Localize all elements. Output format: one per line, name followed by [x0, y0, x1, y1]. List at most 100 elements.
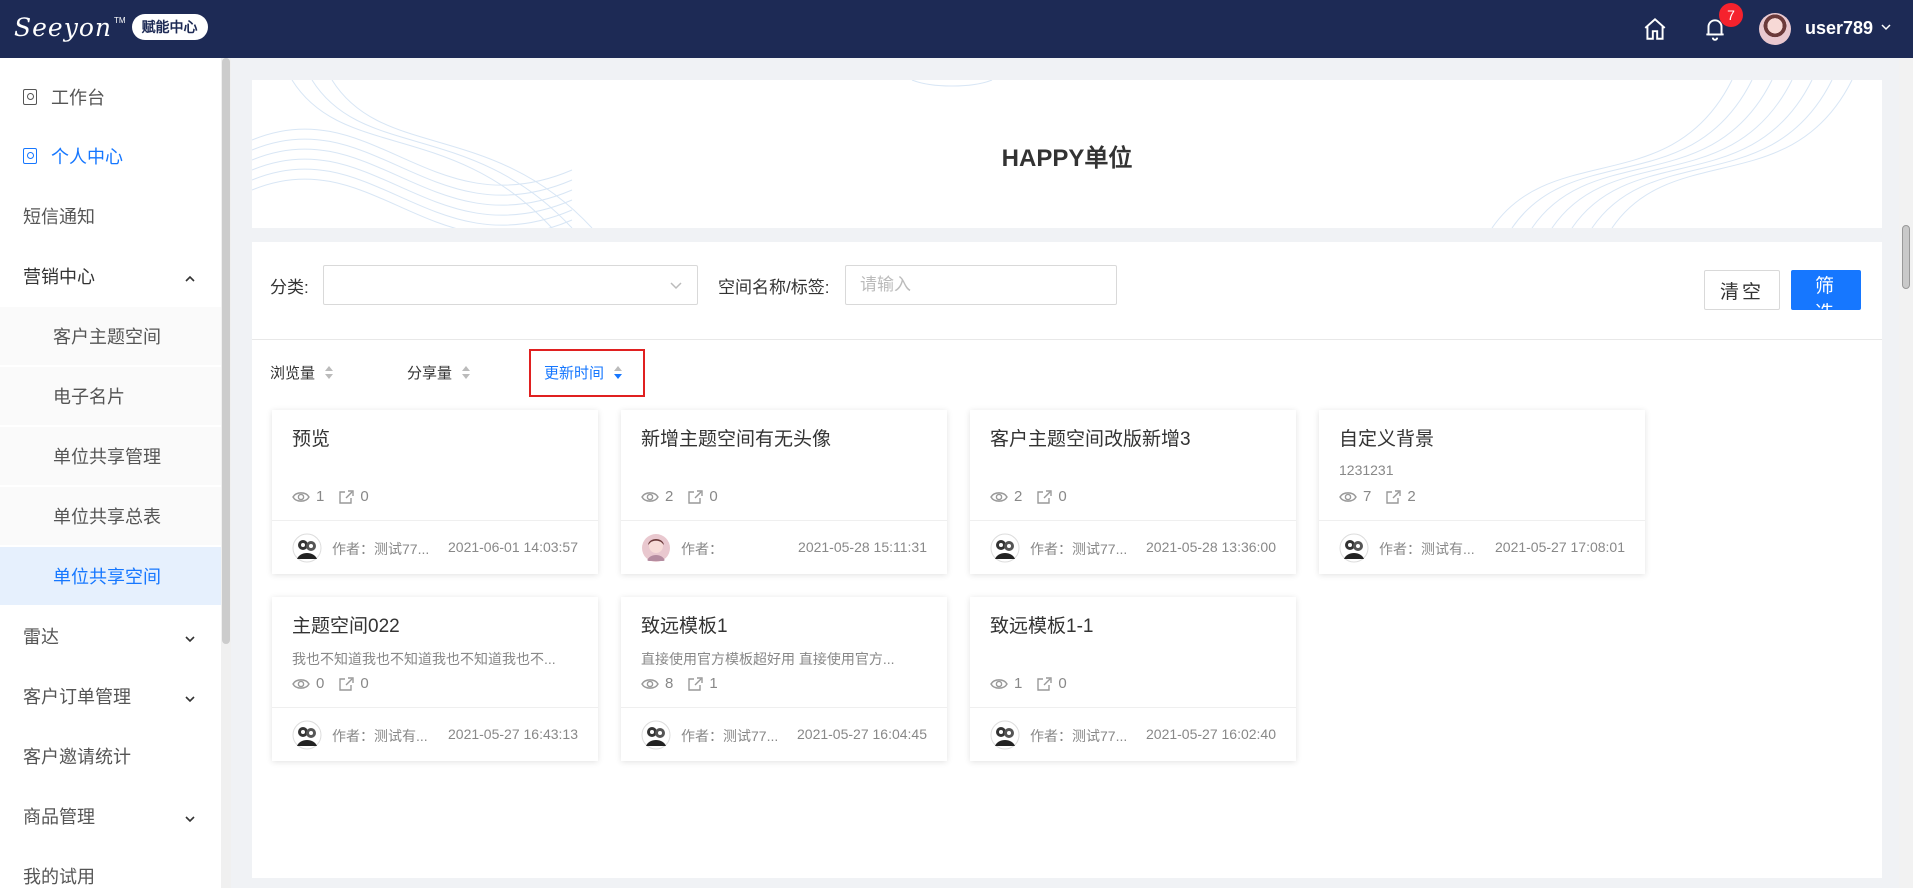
card-footer: 作者：测试77... 2021-05-28 13:36:00	[970, 520, 1296, 574]
seeyon-logo[interactable]: Seeyon TM 赋能中心	[14, 10, 208, 44]
card-stats: 2 0	[641, 488, 732, 505]
sidebar-item-workbench[interactable]: 工作台	[0, 68, 222, 126]
author-avatar	[990, 720, 1020, 750]
eye-icon	[641, 678, 659, 689]
logo-badge: 赋能中心	[131, 14, 208, 40]
share-count: 1	[687, 675, 718, 692]
top-navigation-bar: Seeyon TM 赋能中心	[0, 0, 1913, 58]
username[interactable]: user789	[1805, 18, 1873, 39]
author-avatar	[641, 720, 671, 750]
eye-icon	[292, 678, 310, 689]
space-name-tag-input[interactable]	[845, 265, 1117, 305]
chevron-down-icon[interactable]	[1880, 20, 1892, 38]
card-author: 作者：测试77...	[681, 728, 779, 744]
sort-shares-label: 分享量	[407, 365, 453, 382]
card-stats: 1 0	[292, 488, 383, 505]
share-icon	[1037, 676, 1053, 691]
card-title: 客户主题空间改版新增3	[990, 429, 1191, 450]
sidebar-item-personal-center[interactable]: 个人中心	[0, 127, 222, 185]
share-count-value: 0	[709, 488, 718, 505]
eye-icon	[641, 491, 659, 502]
sidebar-item-my-trial[interactable]: 我的试用	[0, 847, 222, 888]
space-card[interactable]: 客户主题空间改版新增3 2 0 作者：测试77... 2021-05-28 13…	[970, 410, 1296, 574]
card-footer: 作者：测试77... 2021-05-27 16:02:40	[970, 707, 1296, 761]
card-title: 致远模板1	[641, 616, 728, 637]
sidebar-item-e-business-card[interactable]: 电子名片	[0, 367, 222, 425]
space-card[interactable]: 主题空间022 我也不知道我也不知道我也不知道我也不... 0 0 作者：测试有…	[272, 597, 598, 761]
card-date: 2021-05-28 15:11:31	[798, 539, 927, 555]
eye-icon	[292, 491, 310, 502]
card-footer: 作者：测试77... 2021-05-27 16:04:45	[621, 707, 947, 761]
share-icon	[339, 489, 355, 504]
share-icon	[1037, 489, 1053, 504]
space-card[interactable]: 致远模板1 直接使用官方模板超好用 直接使用官方... 8 1 作者：测试77.…	[621, 597, 947, 761]
category-select[interactable]	[323, 265, 698, 305]
space-card[interactable]: 预览 1 0 作者：测试77... 2021-06-01 14:03:57	[272, 410, 598, 574]
clear-button[interactable]: 清空	[1704, 270, 1781, 310]
share-icon	[1386, 489, 1402, 504]
chevron-down-icon	[184, 689, 196, 710]
home-icon[interactable]	[1640, 14, 1670, 44]
card-date: 2021-05-27 16:04:45	[797, 726, 927, 742]
personal-center-icon	[23, 148, 37, 164]
page-scrollbar[interactable]	[1902, 225, 1910, 289]
card-footer: 作者： 2021-05-28 15:11:31	[621, 520, 947, 574]
card-date: 2021-05-27 17:08:01	[1495, 539, 1625, 555]
sidebar-item-label: 营销中心	[23, 267, 95, 287]
share-count: 0	[1036, 488, 1067, 505]
sidebar-item-customer-order-management[interactable]: 客户订单管理	[0, 667, 222, 725]
card-title: 预览	[292, 429, 331, 450]
sidebar-item-label: 客户订单管理	[23, 687, 131, 707]
filter-divider	[252, 339, 1882, 340]
banner: HAPPY单位	[252, 80, 1882, 228]
card-title: 主题空间022	[292, 616, 400, 637]
sidebar-item-label: 客户邀请统计	[23, 747, 131, 767]
view-count: 7	[1339, 488, 1371, 505]
space-card[interactable]: 自定义背景 1231231 7 2 作者：测试有... 2021-05-27 1…	[1319, 410, 1645, 574]
sort-icon	[325, 365, 334, 380]
card-date: 2021-05-27 16:02:40	[1146, 726, 1276, 742]
card-stats: 1 0	[990, 675, 1081, 692]
author-avatar	[1339, 533, 1369, 563]
view-count-value: 0	[316, 675, 325, 692]
sidebar-item-marketing-center[interactable]: 营销中心	[0, 247, 222, 305]
card-author: 作者：	[681, 541, 723, 557]
card-footer: 作者：测试77... 2021-06-01 14:03:57	[272, 520, 598, 574]
sidebar-item-unit-share-management[interactable]: 单位共享管理	[0, 427, 222, 485]
eye-icon	[990, 491, 1008, 502]
view-count-value: 2	[1014, 488, 1023, 505]
view-count: 8	[641, 675, 673, 692]
sidebar-scrollbar[interactable]	[222, 58, 230, 644]
sort-by-shares[interactable]: 分享量	[407, 362, 471, 383]
sidebar-item-sms-notification[interactable]: 短信通知	[0, 187, 222, 245]
view-count-value: 2	[665, 488, 674, 505]
share-count-value: 0	[1058, 488, 1067, 505]
share-count-value: 1	[709, 675, 718, 692]
sidebar-item-customer-invite-stats[interactable]: 客户邀请统计	[0, 727, 222, 785]
user-avatar[interactable]	[1759, 13, 1791, 45]
card-stats: 0 0	[292, 675, 383, 692]
view-count-value: 7	[1363, 488, 1372, 505]
filter-button[interactable]: 筛选	[1791, 270, 1861, 324]
card-description: 直接使用官方模板超好用 直接使用官方...	[641, 651, 895, 667]
sidebar-item-product-management[interactable]: 商品管理	[0, 787, 222, 845]
share-count-value: 0	[360, 488, 369, 505]
sort-icon	[462, 365, 471, 380]
sidebar-item-unit-share-space[interactable]: 单位共享空间	[0, 547, 222, 605]
sort-by-views[interactable]: 浏览量	[270, 362, 334, 383]
sidebar-item-label: 单位共享总表	[53, 507, 161, 527]
card-date: 2021-05-28 13:36:00	[1146, 539, 1276, 555]
card-author: 作者：测试有...	[332, 728, 428, 744]
view-count-value: 1	[1014, 675, 1023, 692]
sidebar-item-unit-share-summary[interactable]: 单位共享总表	[0, 487, 222, 545]
card-description: 1231231	[1339, 462, 1394, 478]
space-card[interactable]: 新增主题空间有无头像 2 0 作者： 2021-05-28 15:11:31	[621, 410, 947, 574]
eye-icon	[990, 678, 1008, 689]
share-count: 0	[338, 488, 369, 505]
sidebar-item-label: 短信通知	[23, 207, 95, 227]
sidebar-item-label: 客户主题空间	[53, 327, 161, 347]
sidebar-item-customer-theme-space[interactable]: 客户主题空间	[0, 307, 222, 365]
share-count-value: 2	[1407, 488, 1416, 505]
sidebar-item-radar[interactable]: 雷达	[0, 607, 222, 665]
space-card[interactable]: 致远模板1-1 1 0 作者：测试77... 2021-05-27 16:02:…	[970, 597, 1296, 761]
